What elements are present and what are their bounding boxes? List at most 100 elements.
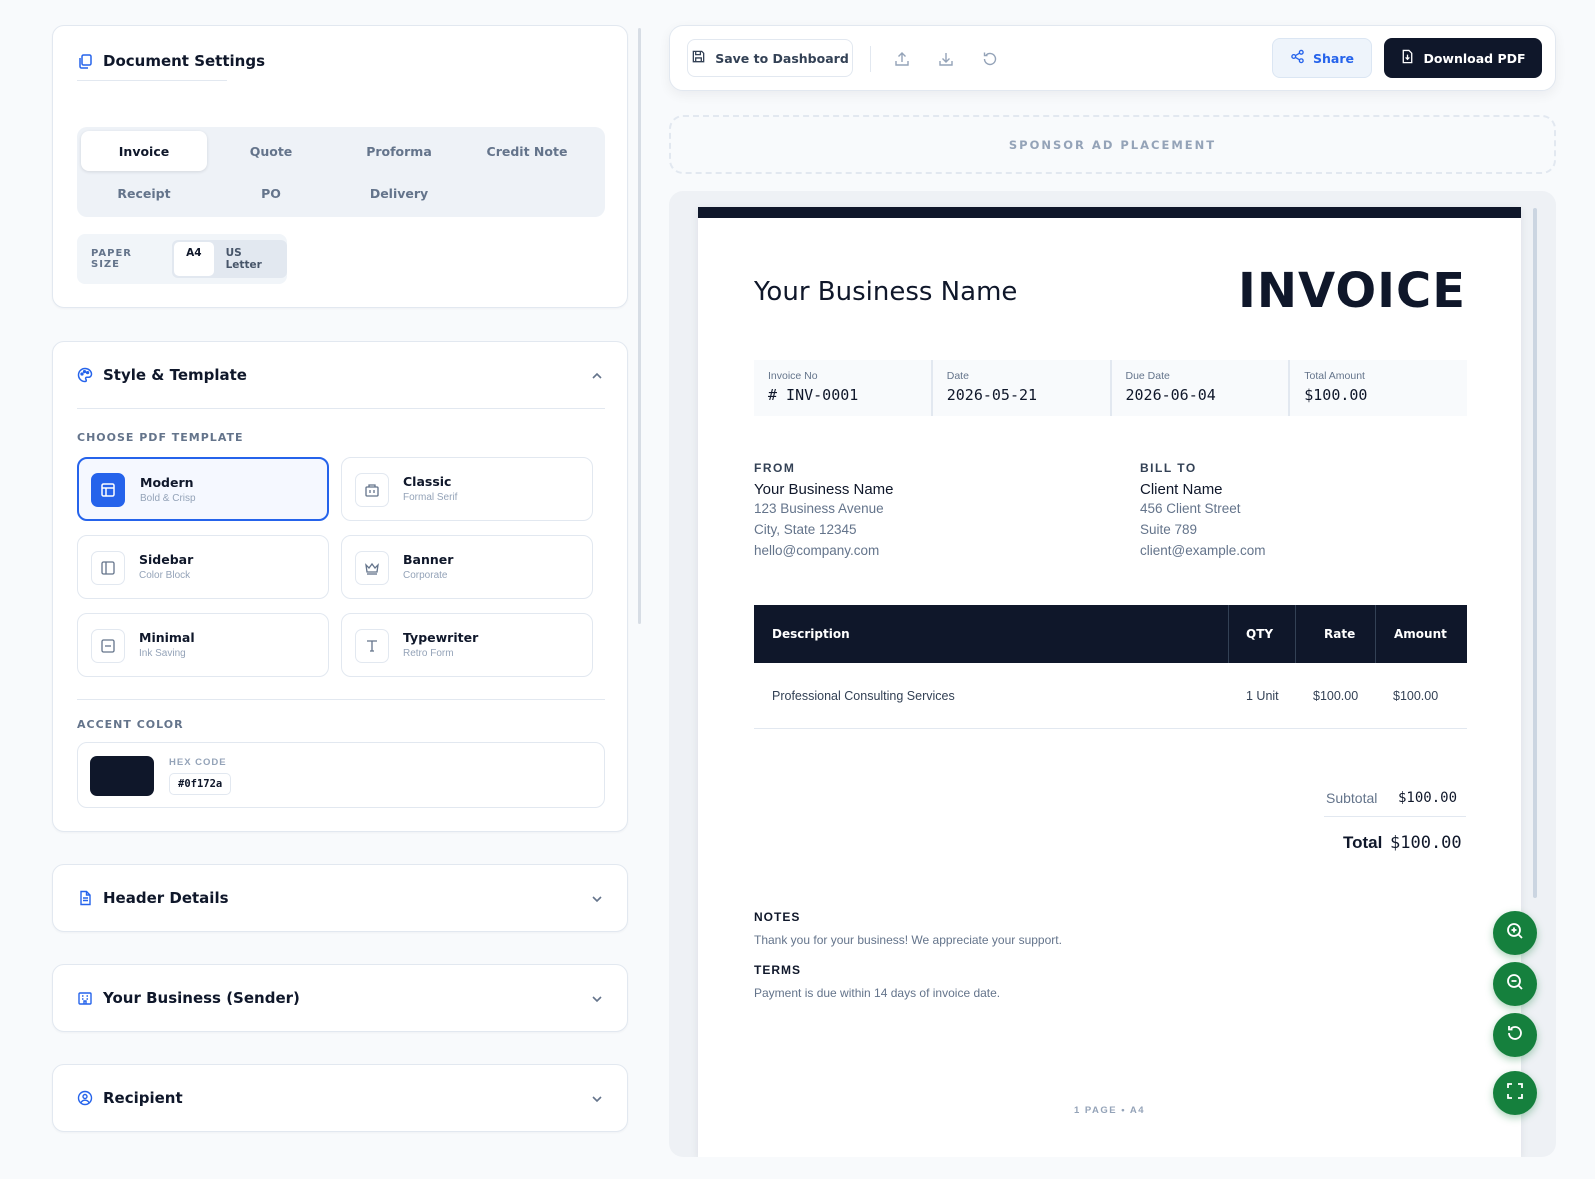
template-banner[interactable]: Banner Corporate xyxy=(341,535,593,599)
chevron-down-icon[interactable] xyxy=(589,1091,605,1107)
template-divider xyxy=(77,699,605,700)
header-details-card[interactable]: Header Details xyxy=(52,864,628,932)
reset-icon xyxy=(1505,1023,1525,1048)
template-sidebar[interactable]: Sidebar Color Block xyxy=(77,535,329,599)
zoom-in-button[interactable] xyxy=(1493,911,1537,955)
recipient-card[interactable]: Recipient xyxy=(52,1064,628,1132)
meta-label: Total Amount xyxy=(1304,370,1365,382)
download-pdf-label: Download PDF xyxy=(1423,50,1526,66)
total-value: $100.00 xyxy=(1390,833,1462,853)
business-name: Your Business Name xyxy=(754,277,1018,307)
template-subtitle: Bold & Crisp xyxy=(140,493,196,504)
upload-icon[interactable] xyxy=(893,50,911,68)
meta-label: Due Date xyxy=(1125,370,1170,382)
col-description: Description xyxy=(772,627,850,641)
template-subtitle: Retro Form xyxy=(403,648,454,659)
preview-scrollbar[interactable] xyxy=(1533,208,1537,898)
meta-value: # INV-0001 xyxy=(768,386,859,404)
from-line: City, State 12345 xyxy=(754,522,857,537)
invoice-preview: Your Business Name INVOICE Invoice No # … xyxy=(669,191,1556,1157)
reset-zoom-button[interactable] xyxy=(1493,1013,1537,1057)
total-label: Total xyxy=(1343,833,1383,852)
chevron-down-icon[interactable] xyxy=(589,891,605,907)
save-icon xyxy=(691,49,706,67)
from-line: hello@company.com xyxy=(754,543,880,558)
document-title: INVOICE xyxy=(1237,263,1466,319)
meta-value: 2026-06-04 xyxy=(1125,386,1216,404)
template-modern[interactable]: Modern Bold & Crisp xyxy=(77,457,329,521)
paper-size-us-letter[interactable]: US Letter xyxy=(214,242,285,276)
terms-text: Payment is due within 14 days of invoice… xyxy=(754,986,1001,1000)
template-name: Modern xyxy=(140,475,194,490)
chevron-down-icon[interactable] xyxy=(589,991,605,1007)
share-button[interactable]: Share xyxy=(1272,38,1372,78)
header-details-header: Header Details xyxy=(77,889,229,907)
doc-type-po[interactable]: PO xyxy=(208,173,334,213)
sidebar-icon xyxy=(91,551,125,585)
recipient-header: Recipient xyxy=(77,1089,183,1107)
template-name: Minimal xyxy=(139,630,195,645)
header-details-title: Header Details xyxy=(103,889,229,907)
template-name: Classic xyxy=(403,474,452,489)
col-amount: Amount xyxy=(1394,627,1447,641)
left-panel-scrollbar[interactable] xyxy=(638,28,641,624)
recipient-title: Recipient xyxy=(103,1089,183,1107)
meta-date: Date 2026-05-21 xyxy=(930,360,1110,416)
zoom-out-button[interactable] xyxy=(1493,962,1537,1006)
hex-code-input[interactable]: #0f172a xyxy=(169,773,232,795)
template-subtitle: Corporate xyxy=(403,570,448,581)
invoice-meta: Invoice No # INV-0001 Date 2026-05-21 Du… xyxy=(754,360,1467,416)
header-divider xyxy=(77,408,605,409)
template-typewriter[interactable]: Typewriter Retro Form xyxy=(341,613,593,677)
crown-icon xyxy=(355,551,389,585)
meta-label: Invoice No xyxy=(768,370,818,382)
table-row: Professional Consulting Services 1 Unit … xyxy=(754,665,1467,729)
subtotal-value: $100.00 xyxy=(1398,790,1458,806)
accent-bar xyxy=(698,207,1521,218)
page-footer: 1 PAGE • A4 xyxy=(1073,1105,1146,1116)
doc-type-delivery[interactable]: Delivery xyxy=(336,173,462,213)
choose-template-label: CHOOSE PDF TEMPLATE xyxy=(77,431,244,444)
zoom-out-icon xyxy=(1505,972,1525,997)
col-divider xyxy=(1295,605,1296,663)
bill-to-block: BILL TO Client Name 456 Client Street Su… xyxy=(1140,461,1266,558)
building-icon xyxy=(355,473,389,507)
template-subtitle: Ink Saving xyxy=(139,648,186,659)
document-settings-title: Document Settings xyxy=(103,52,266,70)
save-to-dashboard-button[interactable]: Save to Dashboard xyxy=(687,39,853,77)
toolbar-separator xyxy=(870,46,871,72)
template-name: Typewriter xyxy=(403,630,479,645)
paper-size-toggle: A4 US Letter xyxy=(172,240,287,278)
palette-icon xyxy=(77,367,93,383)
paper-size-a4[interactable]: A4 xyxy=(174,242,214,276)
chevron-up-icon[interactable] xyxy=(589,368,605,384)
preview-toolbar: Save to Dashboard Share Download PDF xyxy=(669,25,1556,91)
doc-type-credit-note[interactable]: Credit Note xyxy=(464,131,590,171)
fullscreen-button[interactable] xyxy=(1493,1071,1537,1115)
layout-icon xyxy=(91,473,125,507)
accent-swatch[interactable] xyxy=(90,756,154,796)
cell-description: Professional Consulting Services xyxy=(772,689,955,703)
style-template-header[interactable]: Style & Template xyxy=(77,366,247,384)
meta-total-amount: Total Amount $100.00 xyxy=(1288,360,1467,416)
doc-type-invoice[interactable]: Invoice xyxy=(81,131,207,171)
your-business-card[interactable]: Your Business (Sender) xyxy=(52,964,628,1032)
download-icon[interactable] xyxy=(937,50,955,68)
paper-size-control: PAPER SIZE A4 US Letter xyxy=(77,234,287,284)
paper-size-label: PAPER SIZE xyxy=(91,248,133,270)
template-classic[interactable]: Classic Formal Serif xyxy=(341,457,593,521)
download-pdf-button[interactable]: Download PDF xyxy=(1384,38,1542,78)
doc-type-quote[interactable]: Quote xyxy=(208,131,334,171)
reset-icon[interactable] xyxy=(981,50,999,68)
doc-type-receipt[interactable]: Receipt xyxy=(81,173,207,213)
template-minimal[interactable]: Minimal Ink Saving xyxy=(77,613,329,677)
doc-type-proforma[interactable]: Proforma xyxy=(336,131,462,171)
from-block: FROM Your Business Name 123 Business Ave… xyxy=(754,461,894,558)
building-icon xyxy=(77,990,93,1006)
notes-heading: NOTES xyxy=(754,910,801,924)
style-template-title: Style & Template xyxy=(103,366,247,384)
notes-text: Thank you for your business! We apprecia… xyxy=(754,933,1062,947)
hex-code-label: HEX CODE xyxy=(169,757,227,768)
cell-qty: 1 Unit xyxy=(1246,689,1279,703)
sponsor-ad-placement[interactable]: SPONSOR AD PLACEMENT xyxy=(669,115,1556,174)
